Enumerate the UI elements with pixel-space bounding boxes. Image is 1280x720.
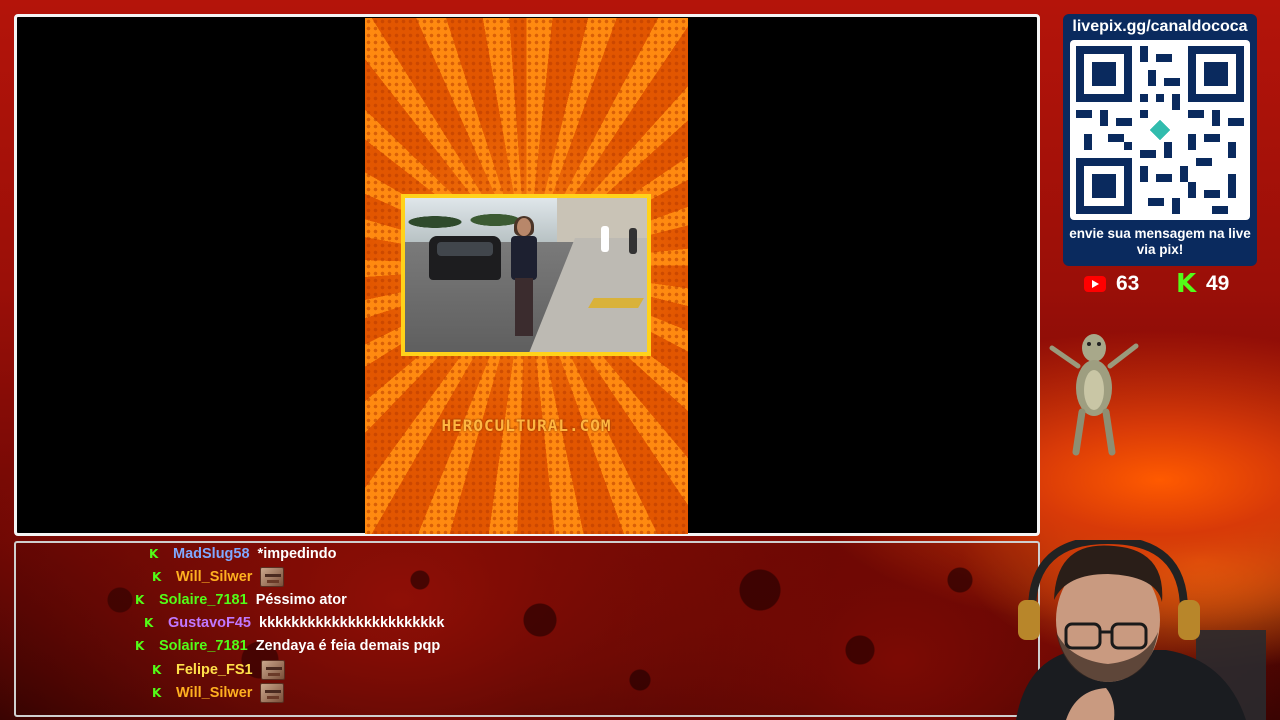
qr-code[interactable]: [1070, 40, 1250, 220]
chat-username[interactable]: Solaire_7181: [159, 592, 248, 608]
pix-caption: envie sua mensagem na live via pix!: [1069, 226, 1251, 257]
chat-text: *impedindo: [257, 546, 337, 562]
chat-message: K Will_Silwer: [152, 566, 285, 588]
video-watermark: HEROCULTURAL.COM: [441, 416, 612, 435]
person-walking: [509, 216, 539, 348]
face-emote-icon: [260, 660, 285, 680]
kick-icon: K: [135, 592, 145, 607]
kick-icon: K: [149, 546, 159, 561]
chat-text: kkkkkkkkkkkkkkkkkkkkkkk: [259, 615, 445, 631]
kick-icon: K: [135, 638, 145, 653]
car: [429, 236, 501, 280]
kick-logo-icon: K: [1176, 269, 1197, 299]
kick-viewers: K 49: [1176, 269, 1230, 299]
kick-icon: K: [152, 685, 162, 700]
chat-message: K Solaire_7181 Zendaya é feia demais pqp: [135, 635, 440, 657]
pix-donation-panel: livepix.gg/canaldococa envie sua mensage…: [1063, 14, 1257, 266]
kick-icon: K: [152, 569, 162, 584]
face-emote-icon: [260, 567, 285, 587]
chat-message: K GustavoF45 kkkkkkkkkkkkkkkkkkkkkkk: [144, 612, 444, 634]
video-player[interactable]: HEROCULTURAL.COM: [14, 14, 1040, 536]
chat-username[interactable]: Felipe_FS1: [176, 662, 253, 678]
kick-icon: K: [152, 662, 162, 677]
pix-url[interactable]: livepix.gg/canaldococa: [1063, 18, 1257, 36]
chat-username[interactable]: Will_Silwer: [176, 685, 252, 701]
chat-message: K MadSlug58 *impedindo: [149, 543, 337, 565]
chat-message: K Solaire_7181 Péssimo ator: [135, 589, 347, 611]
face-emote-icon: [260, 683, 285, 703]
video-clip: [401, 194, 651, 356]
youtube-viewer-count: 63: [1116, 272, 1140, 295]
chat-username[interactable]: MadSlug58: [173, 546, 250, 562]
chat-text: Zendaya é feia demais pqp: [255, 638, 441, 654]
video-content: HEROCULTURAL.COM: [365, 18, 688, 534]
chat-text: Péssimo ator: [255, 592, 347, 608]
viewer-counters: 63 K 49: [1080, 269, 1260, 302]
chat-username[interactable]: Will_Silwer: [176, 569, 252, 585]
kick-icon: K: [144, 615, 154, 630]
chat-message: K Will_Silwer: [152, 682, 285, 704]
chat-username[interactable]: Solaire_7181: [159, 638, 248, 654]
chat-message: K Felipe_FS1: [152, 659, 285, 681]
kick-viewer-count: 49: [1206, 272, 1230, 295]
dancing-frog-icon: [1048, 328, 1140, 458]
webcam-feed: [996, 540, 1280, 720]
chat-panel: K MadSlug58 *impedindo K Will_Silwer K S…: [14, 541, 1040, 717]
youtube-icon: [1084, 276, 1106, 292]
youtube-viewers: 63: [1084, 272, 1139, 296]
chat-username[interactable]: GustavoF45: [168, 615, 251, 631]
